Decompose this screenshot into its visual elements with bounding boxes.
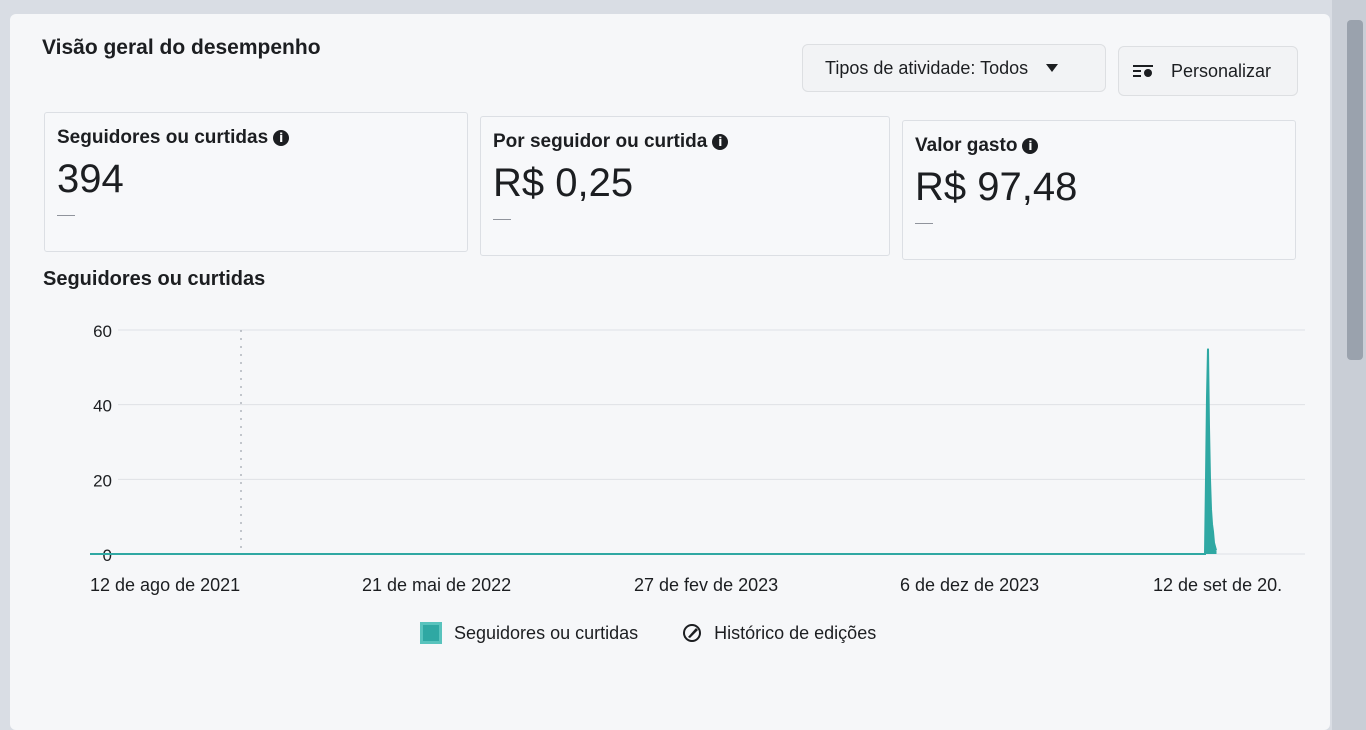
metric-card-cost-per-follower: Por seguidor ou curtida i R$ 0,25 bbox=[480, 116, 890, 256]
x-tick-label: 27 de fev de 2023 bbox=[634, 575, 778, 595]
scrollbar[interactable] bbox=[1347, 20, 1363, 360]
metric-label: Valor gasto i bbox=[915, 135, 1039, 157]
metric-value: 394 bbox=[57, 157, 124, 201]
metric-value: R$ 0,25 bbox=[493, 161, 634, 205]
metric-trend bbox=[57, 215, 75, 216]
legend-label: Histórico de edições bbox=[714, 622, 877, 643]
pencil-icon bbox=[683, 624, 702, 642]
page-title: Visão geral do desempenho bbox=[42, 36, 321, 59]
customize-button[interactable]: Personalizar bbox=[1118, 46, 1298, 96]
metric-label-text: Por seguidor ou curtida bbox=[493, 131, 708, 152]
chart-title: Seguidores ou curtidas bbox=[43, 268, 266, 290]
y-tick-label: 0 bbox=[103, 546, 112, 565]
metric-card-followers: Seguidores ou curtidas i 394 bbox=[44, 112, 468, 252]
activity-type-dropdown[interactable]: Tipos de atividade: Todos bbox=[802, 44, 1106, 92]
chart-legend: Seguidores ou curtidas Histórico de ediç… bbox=[420, 622, 920, 644]
x-tick-label: 21 de mai de 2022 bbox=[362, 575, 511, 595]
y-tick-label: 20 bbox=[93, 471, 112, 490]
legend-item-edit-history[interactable]: Histórico de edições bbox=[682, 623, 876, 644]
y-tick-label: 60 bbox=[93, 322, 112, 341]
info-icon[interactable]: i bbox=[712, 134, 729, 150]
activity-type-label: Tipos de atividade: Todos bbox=[825, 57, 1029, 78]
sliders-icon bbox=[1133, 65, 1153, 77]
series-line-followers bbox=[90, 348, 1217, 555]
metric-label: Por seguidor ou curtida i bbox=[493, 131, 729, 153]
customize-label: Personalizar bbox=[1171, 60, 1272, 81]
x-tick-label: 12 de ago de 2021 bbox=[90, 575, 240, 595]
y-tick-label: 40 bbox=[93, 397, 112, 416]
metric-trend bbox=[915, 223, 933, 224]
info-icon[interactable]: i bbox=[273, 130, 290, 146]
metric-value: R$ 97,48 bbox=[915, 165, 1078, 209]
info-icon[interactable]: i bbox=[1022, 138, 1039, 154]
legend-label: Seguidores ou curtidas bbox=[454, 622, 639, 643]
legend-swatch bbox=[420, 622, 442, 644]
metric-label-text: Valor gasto bbox=[915, 135, 1018, 156]
x-tick-label: 6 de dez de 2023 bbox=[900, 575, 1039, 595]
metric-trend bbox=[493, 219, 511, 220]
followers-chart: 0 20 40 60 12 de ago de 2021 21 de mai de 20… bbox=[90, 322, 1305, 595]
legend-item-followers[interactable]: Seguidores ou curtidas bbox=[420, 622, 638, 644]
caret-down-icon bbox=[1046, 64, 1059, 72]
metric-card-amount-spent: Valor gasto i R$ 97,48 bbox=[902, 120, 1296, 260]
metric-label-text: Seguidores ou curtidas bbox=[57, 127, 269, 148]
metric-label: Seguidores ou curtidas i bbox=[57, 127, 290, 149]
x-tick-label: 12 de set de 20. bbox=[1153, 575, 1282, 595]
